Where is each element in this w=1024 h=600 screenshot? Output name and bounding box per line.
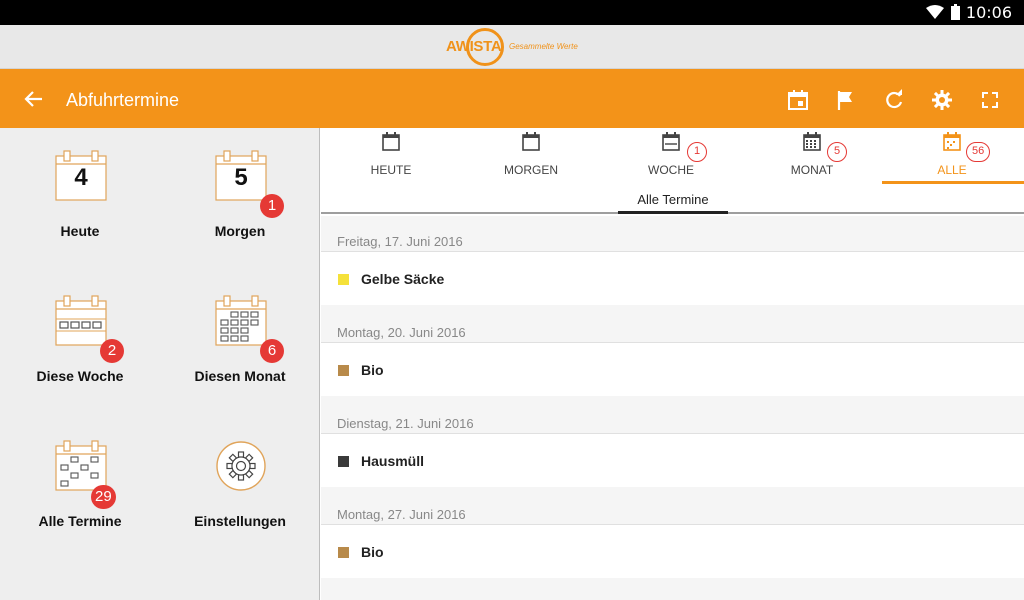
waste-color-swatch	[338, 274, 349, 285]
list-item[interactable]: Bio	[321, 524, 1024, 578]
fullscreen-icon[interactable]	[979, 89, 1001, 111]
tile-morgen[interactable]: 5 1 Morgen	[160, 128, 320, 273]
settings-gear-icon	[214, 440, 268, 492]
calendar-icon	[382, 132, 400, 151]
waste-type-name: Bio	[361, 362, 384, 378]
tab-label: MONAT	[790, 163, 834, 177]
tile-diesen-monat[interactable]: 6 Diesen Monat	[160, 273, 320, 418]
logo-bar: AWISTA Gesammelte Werte	[0, 25, 1024, 69]
tab-label: WOCHE	[648, 163, 694, 177]
status-time: 10:06	[965, 3, 1012, 22]
calendar-day-number: 5	[234, 164, 248, 191]
calendar-all-icon	[943, 132, 961, 151]
flag-icon[interactable]	[835, 89, 857, 111]
list-subheader: Alle Termine	[321, 184, 1024, 214]
calendar-week-icon	[662, 132, 680, 151]
waste-type-name: Hausmüll	[361, 453, 425, 469]
notification-badge: 1	[260, 194, 284, 218]
subheader-underline	[618, 211, 728, 214]
notification-badge: 2	[100, 339, 124, 363]
list-item[interactable]: Gelbe Säcke	[321, 251, 1024, 305]
tile-einstellungen[interactable]: Einstellungen	[160, 418, 320, 563]
logo-word: AWISTA	[446, 38, 502, 55]
calendar-week-icon	[54, 295, 108, 347]
tile-label: Heute	[60, 223, 100, 239]
tab-label: HEUTE	[370, 163, 412, 177]
tile-heute[interactable]: 4 Heute	[0, 128, 160, 273]
waste-type-name: Bio	[361, 544, 384, 560]
calendar-event-icon[interactable]	[787, 89, 809, 111]
tab-heute[interactable]: HEUTE	[321, 128, 461, 184]
tab-bar: HEUTE MORGEN 1 WOCHE 5 MONAT 56 ALLE	[321, 128, 1024, 184]
refresh-icon[interactable]	[883, 89, 905, 111]
date-header: Freitag, 17. Juni 2016	[337, 234, 463, 249]
awista-logo: AWISTA Gesammelte Werte	[446, 27, 586, 67]
back-arrow-icon[interactable]	[24, 89, 44, 109]
date-header: Montag, 27. Juni 2016	[337, 507, 466, 522]
tile-alle-termine[interactable]: 29 Alle Termine	[0, 418, 160, 563]
battery-icon	[951, 4, 960, 20]
calendar-icon	[522, 132, 540, 151]
tile-label: Diese Woche	[36, 368, 124, 384]
calendar-month-icon	[214, 295, 268, 347]
waste-type-name: Gelbe Säcke	[361, 271, 445, 287]
sidebar: 4 Heute 5 1 Morgen 2 Diese Woche 6 Diese…	[0, 128, 320, 600]
tab-badge: 56	[966, 142, 991, 162]
waste-color-swatch	[338, 456, 349, 467]
tile-label: Morgen	[214, 223, 266, 239]
tile-label: Einstellungen	[194, 513, 286, 529]
tile-label: Diesen Monat	[194, 368, 286, 384]
page-title: Abfuhrtermine	[66, 90, 180, 110]
settings-icon[interactable]	[931, 89, 953, 111]
app-bar: Abfuhrtermine	[0, 69, 1024, 128]
list-item[interactable]: Bio	[321, 342, 1024, 396]
tab-badge: 1	[687, 142, 707, 162]
tab-morgen[interactable]: MORGEN	[461, 128, 601, 184]
status-bar: 10:06	[0, 0, 1024, 25]
appointment-list: Freitag, 17. Juni 2016 Gelbe Säcke Monta…	[321, 216, 1024, 600]
wifi-icon	[926, 5, 944, 19]
tab-monat[interactable]: 5 MONAT	[742, 128, 882, 184]
logo-slogan: Gesammelte Werte	[509, 42, 578, 51]
tab-woche[interactable]: 1 WOCHE	[601, 128, 741, 184]
tile-label: Alle Termine	[38, 513, 122, 529]
waste-color-swatch	[338, 547, 349, 558]
subheader-label: Alle Termine	[637, 192, 709, 207]
calendar-day-number: 4	[74, 164, 88, 191]
waste-color-swatch	[338, 365, 349, 376]
calendar-day-icon: 5	[214, 150, 268, 202]
notification-badge: 29	[91, 485, 116, 509]
tab-alle[interactable]: 56 ALLE	[882, 128, 1022, 184]
tab-label: MORGEN	[504, 163, 558, 177]
date-header: Montag, 20. Juni 2016	[337, 325, 466, 340]
tile-diese-woche[interactable]: 2 Diese Woche	[0, 273, 160, 418]
tab-badge: 5	[827, 142, 847, 162]
notification-badge: 6	[260, 339, 284, 363]
calendar-day-icon: 4	[54, 150, 108, 202]
list-item[interactable]: Hausmüll	[321, 433, 1024, 487]
calendar-month-icon	[803, 132, 821, 151]
tab-label: ALLE	[937, 163, 967, 177]
date-header: Dienstag, 21. Juni 2016	[337, 416, 474, 431]
